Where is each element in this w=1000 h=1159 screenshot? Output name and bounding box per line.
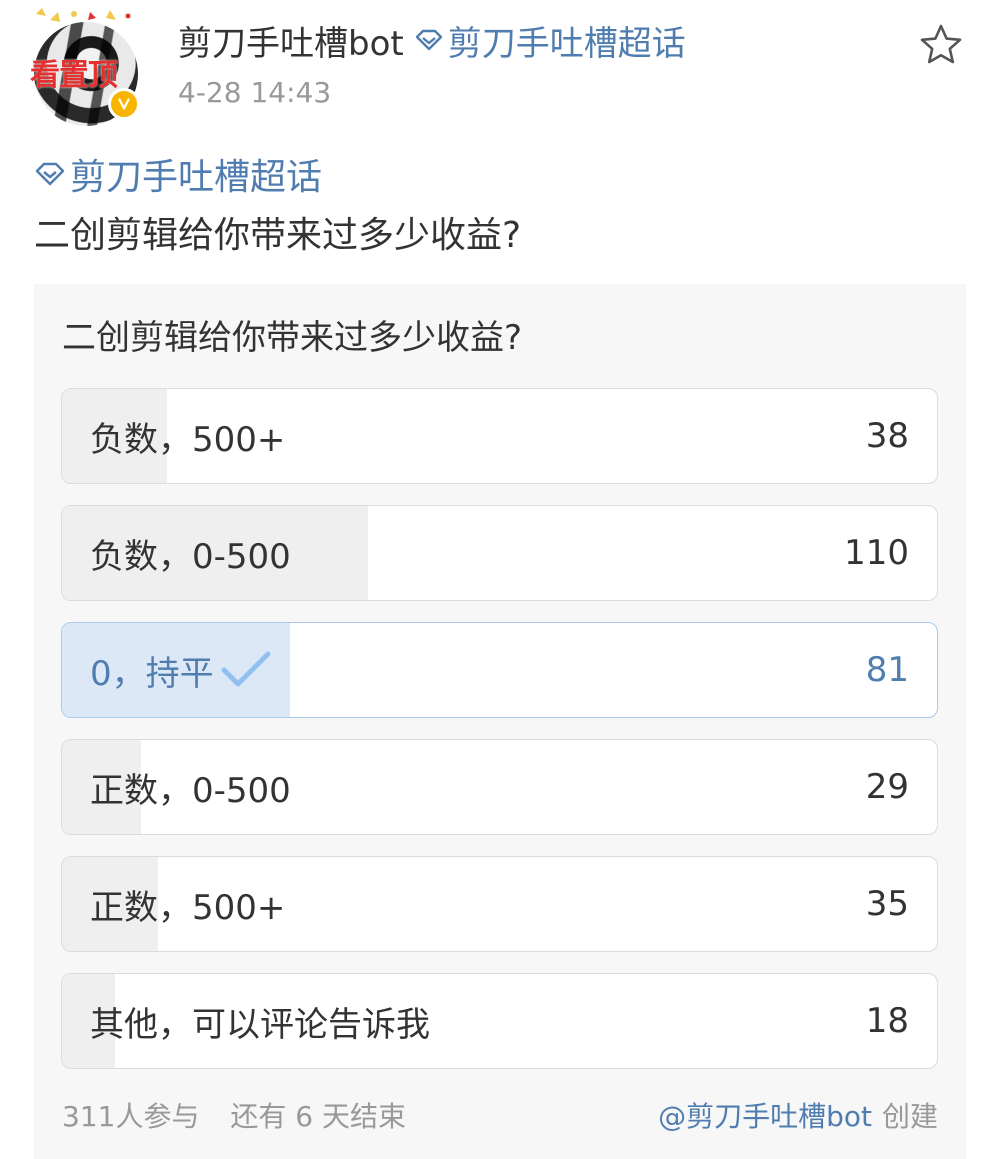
verified-badge-icon xyxy=(108,88,140,120)
poll-option-label: 正数，0-500 xyxy=(90,740,291,834)
poll-option-count: 18 xyxy=(865,1001,909,1041)
poll-option-count: 35 xyxy=(865,884,909,924)
poll-option-label: 正数，500+ xyxy=(90,857,285,951)
author-name[interactable]: 剪刀手吐槽bot xyxy=(178,16,404,65)
poll-option-text: 负数，0-500 xyxy=(90,536,291,577)
supertopic-tag[interactable]: 剪刀手吐槽超话 xyxy=(414,16,686,65)
poll-option-count: 110 xyxy=(844,533,909,573)
poll-option-count: 81 xyxy=(865,650,909,690)
poll-option[interactable]: 其他，可以评论告诉我 18 xyxy=(61,973,938,1069)
weibo-post: 看置顶 剪刀手吐槽bot 剪刀手吐槽超话 4-28 14:43 剪刀手吐槽超话 xyxy=(0,0,1000,1159)
poll-creator-link[interactable]: @剪刀手吐槽bot xyxy=(658,1100,872,1133)
poll-creator: @剪刀手吐槽bot 创建 xyxy=(658,1095,938,1135)
poll-option-count: 29 xyxy=(865,767,909,807)
poll-option-label: 负数，0-500 xyxy=(90,506,291,600)
supertopic-tag-label: 剪刀手吐槽超话 xyxy=(447,23,686,64)
poll-remaining-time: 还有 6 天结束 xyxy=(230,1100,406,1133)
poll-option[interactable]: 正数，0-500 29 xyxy=(61,739,938,835)
poll-option-text: 其他，可以评论告诉我 xyxy=(90,1004,430,1045)
diamond-icon xyxy=(415,29,442,51)
poll-option-label: 其他，可以评论告诉我 xyxy=(90,974,430,1068)
poll-participants: 311人参与 xyxy=(62,1100,200,1133)
check-icon xyxy=(220,650,272,690)
supertopic-link[interactable]: 剪刀手吐槽超话 xyxy=(34,148,322,200)
poll-option-text: 正数，0-500 xyxy=(90,770,291,811)
poll-option-text: 正数，500+ xyxy=(90,887,286,928)
avatar[interactable]: 看置顶 xyxy=(30,8,144,126)
post-text: 二创剪辑给你带来过多少收益? xyxy=(34,215,522,256)
favorite-button[interactable] xyxy=(916,20,966,70)
poll-option-label: 0，持平 xyxy=(90,623,272,717)
avatar-sticker-text: 看置顶 xyxy=(30,58,118,93)
poll-option[interactable]: 0，持平 81 xyxy=(61,622,938,718)
author-line: 剪刀手吐槽bot 剪刀手吐槽超话 xyxy=(178,14,686,66)
poll-option[interactable]: 负数，500+ 38 xyxy=(61,388,938,484)
poll-option-label: 负数，500+ xyxy=(90,389,285,483)
supertopic-link-label: 剪刀手吐槽超话 xyxy=(70,157,323,198)
poll-footer: 311人参与 还有 6 天结束 @剪刀手吐槽bot 创建 xyxy=(62,1090,938,1140)
poll-option[interactable]: 负数，0-500 110 xyxy=(61,505,938,601)
diamond-icon xyxy=(35,162,65,186)
poll-stats: 311人参与 还有 6 天结束 xyxy=(62,1095,406,1135)
poll-option[interactable]: 正数，500+ 35 xyxy=(61,856,938,952)
poll-card: 二创剪辑给你带来过多少收益? 负数，500+ 38 负数，0-500 110 0… xyxy=(34,284,966,1159)
post-timestamp: 4-28 14:43 xyxy=(178,76,332,109)
poll-option-count: 38 xyxy=(865,416,909,456)
poll-options: 负数，500+ 38 负数，0-500 110 0，持平 81 正数，0-500… xyxy=(61,388,938,1090)
poll-option-text: 0，持平 xyxy=(90,653,214,694)
poll-question: 二创剪辑给你带来过多少收益? xyxy=(62,318,523,358)
star-outline-icon xyxy=(920,24,962,64)
poll-option-text: 负数，500+ xyxy=(90,419,286,460)
poll-creator-suffix: 创建 xyxy=(881,1100,938,1133)
